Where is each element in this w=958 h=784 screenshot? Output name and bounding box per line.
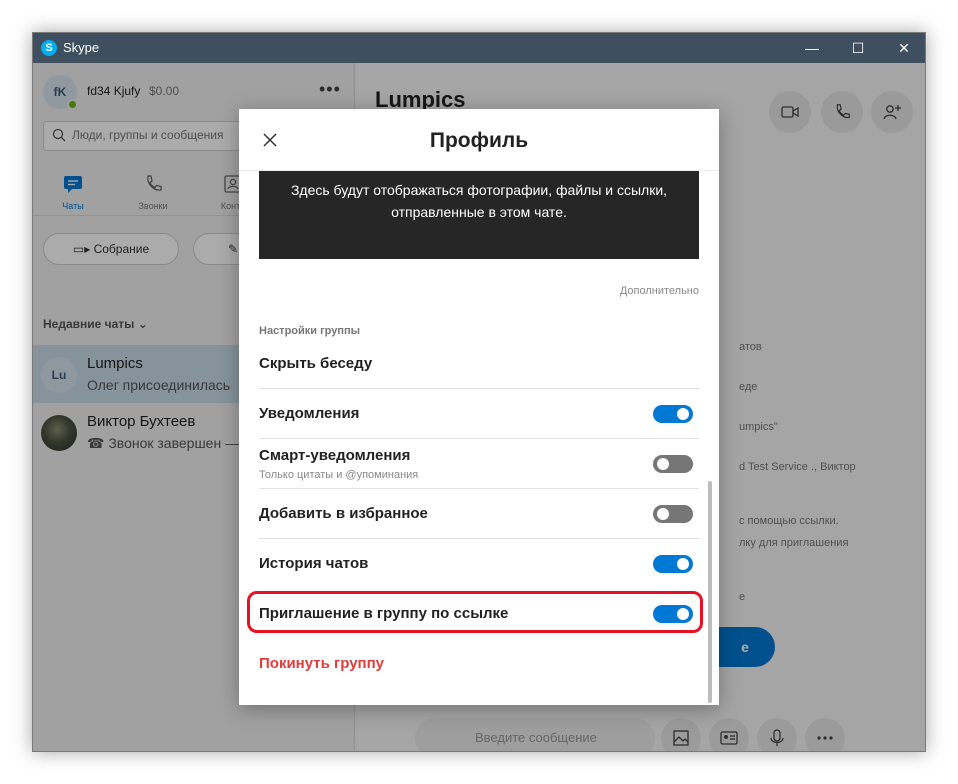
shared-media-placeholder: Здесь будут отображаться фотографии, фай… [259,167,699,259]
chat-history-toggle[interactable] [653,555,693,573]
row-label: Уведомления [259,405,360,422]
row-label: Добавить в избранное [259,505,428,522]
dialog-header: Профиль [239,109,719,171]
row-sublabel: Только цитаты и @упоминания [259,469,419,481]
highlight-frame [247,591,703,633]
more-link[interactable]: Дополнительно [620,285,699,297]
smart-notifications-toggle[interactable] [653,455,693,473]
scrollbar[interactable] [708,481,712,703]
skype-logo-icon: S [41,40,57,56]
dialog-title: Профиль [429,129,529,152]
close-window-button[interactable]: ✕ [881,33,925,63]
maximize-button[interactable]: ☐ [835,33,881,63]
notifications-row: Уведомления [259,389,699,439]
row-label: Скрыть беседу [259,355,373,372]
smart-notifications-row: Смарт-уведомления Только цитаты и @упоми… [259,439,699,489]
minimize-button[interactable]: — [789,33,835,63]
leave-group-button[interactable]: Покинуть группу [259,655,384,672]
profile-dialog: Здесь будут отображаться фотографии, фай… [239,109,719,705]
title-bar: S Skype — ☐ ✕ [33,33,925,63]
window-title: Skype [63,40,100,55]
row-label: История чатов [259,555,369,572]
add-to-favorites-row: Добавить в избранное [259,489,699,539]
row-label: Смарт-уведомления [259,447,411,464]
hide-conversation-row[interactable]: Скрыть беседу [259,339,699,389]
notifications-toggle[interactable] [653,405,693,423]
favorites-toggle[interactable] [653,505,693,523]
chat-history-row: История чатов [259,539,699,589]
group-settings-label: Настройки группы [259,325,361,337]
